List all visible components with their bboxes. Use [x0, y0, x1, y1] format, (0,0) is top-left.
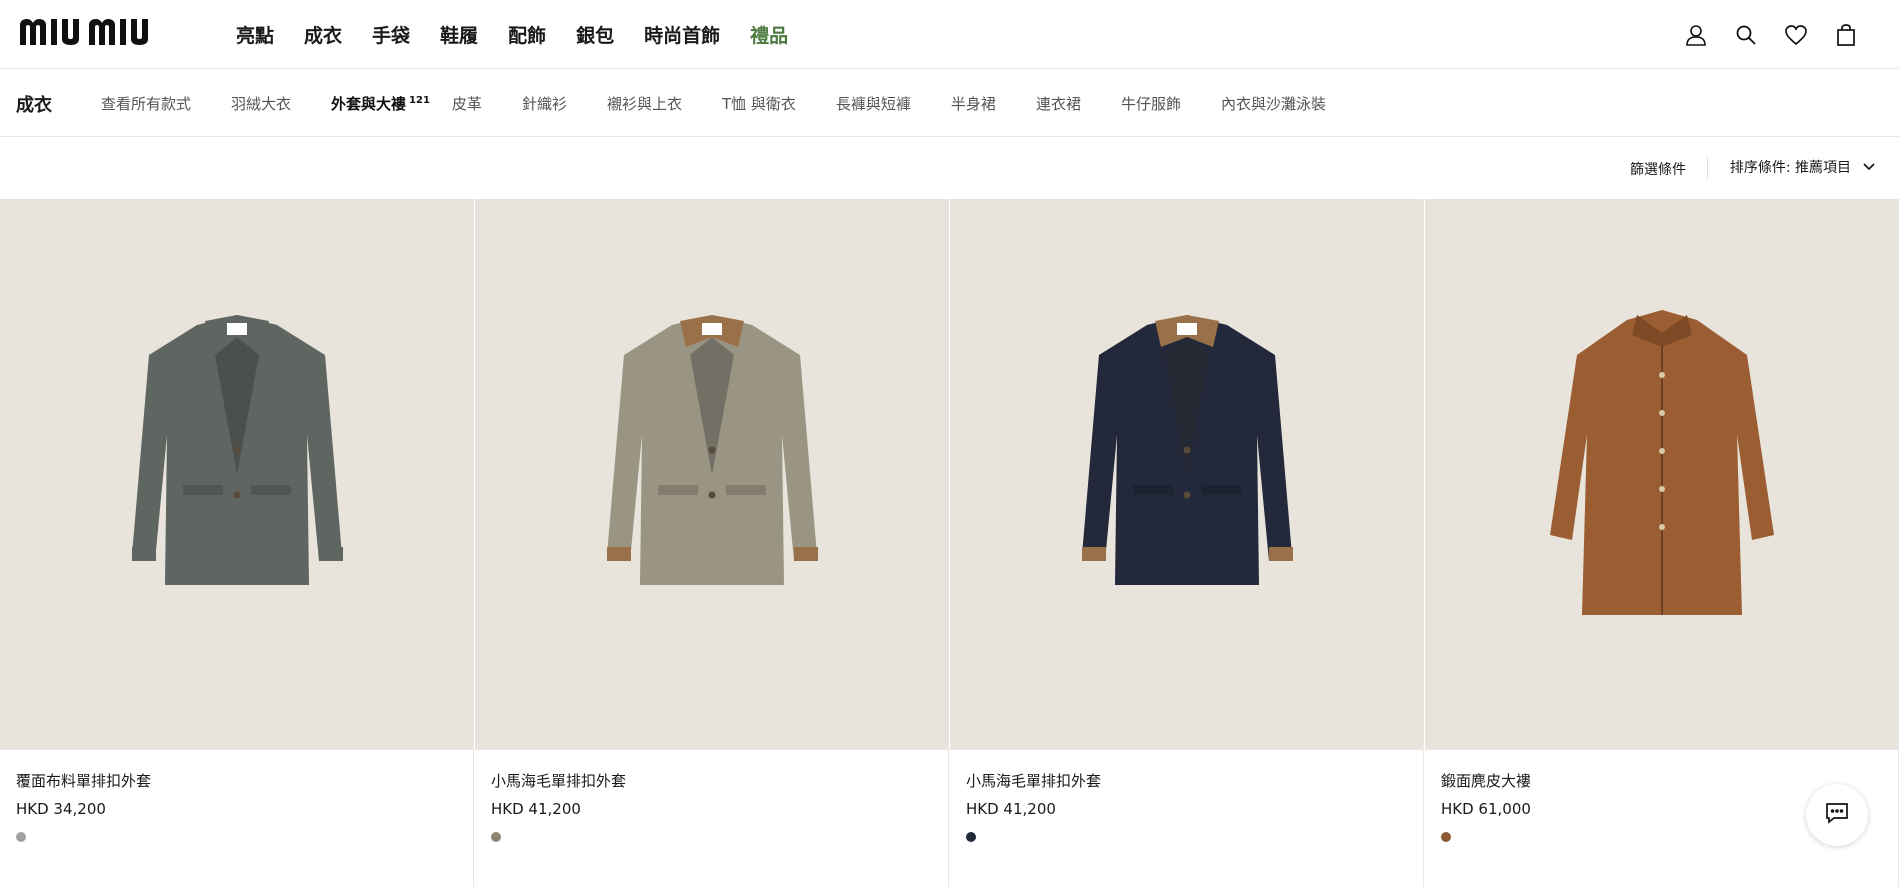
chevron-down-icon [1863, 163, 1875, 171]
subcategory-view-all[interactable]: 查看所有款式 [101, 93, 191, 114]
product-price: HKD 41,200 [491, 800, 581, 818]
nav-wallets[interactable]: 銀包 [576, 21, 614, 48]
nav-accessories[interactable]: 配飾 [508, 21, 546, 48]
product-image[interactable] [0, 199, 473, 750]
product-name[interactable]: 小馬海毛單排扣外套 [966, 770, 1101, 791]
garment-illustration [131, 314, 343, 585]
main-nav: 亮點 成衣 手袋 鞋履 配飾 銀包 時尚首飾 禮品 [236, 0, 818, 69]
product-image[interactable] [475, 199, 948, 750]
item-count-badge: 121 [409, 94, 430, 106]
product-name[interactable]: 鍛面麂皮大褸 [1441, 770, 1531, 791]
category-title: 成衣 [16, 95, 52, 116]
subcategory-label: 外套與大褸 [331, 94, 407, 113]
product-price: HKD 61,000 [1441, 800, 1531, 818]
product-price: HKD 34,200 [16, 800, 106, 818]
subcategory-down-coats[interactable]: 羽絨大衣 [231, 93, 291, 114]
subcategory-dresses[interactable]: 連衣裙 [1036, 93, 1081, 114]
sort-dropdown[interactable]: 排序條件: 推薦項目 [1730, 157, 1875, 177]
subcategory-knitwear[interactable]: 針織衫 [522, 93, 567, 114]
user-icon[interactable] [1683, 22, 1709, 48]
color-swatch[interactable] [491, 832, 501, 842]
product-image[interactable] [950, 199, 1423, 750]
search-icon[interactable] [1733, 22, 1759, 48]
product-image[interactable] [1425, 199, 1898, 750]
product-card[interactable]: 小馬海毛單排扣外套 HKD 41,200 [475, 199, 949, 887]
shopping-bag-icon[interactable] [1833, 22, 1859, 48]
product-card[interactable]: 小馬海毛單排扣外套 HKD 41,200 [950, 199, 1424, 887]
nav-shoes[interactable]: 鞋履 [440, 21, 478, 48]
toolbar-divider [1707, 157, 1708, 179]
subcategory-nav: 查看所有款式 羽絨大衣 外套與大褸 121 皮革 針織衫 襯衫與上衣 T恤 與衛衣… [101, 69, 1366, 137]
listing-toolbar: 篩選條件 排序條件: 推薦項目 [0, 137, 1899, 199]
color-swatch[interactable] [966, 832, 976, 842]
filter-button[interactable]: 篩選條件 [1630, 159, 1686, 179]
heart-icon[interactable] [1783, 22, 1809, 48]
nav-bags[interactable]: 手袋 [372, 21, 410, 48]
nav-highlights[interactable]: 亮點 [236, 21, 274, 48]
garment-illustration [606, 314, 818, 585]
chat-button[interactable] [1806, 784, 1868, 846]
product-grid: 覆面布料單排扣外套 HKD 34,200 小馬海毛單排扣外套 HKD 41,20… [0, 199, 1899, 887]
garment-illustration [1081, 314, 1293, 585]
category-bar: 成衣 查看所有款式 羽絨大衣 外套與大褸 121 皮革 針織衫 襯衫與上衣 T恤 … [0, 69, 1899, 137]
garment-illustration [1549, 309, 1774, 615]
site-header: 亮點 成衣 手袋 鞋履 配飾 銀包 時尚首飾 禮品 [0, 0, 1899, 69]
subcategory-underwear-swimwear[interactable]: 內衣與沙灘泳裝 [1221, 93, 1326, 114]
subcategory-leather[interactable]: 皮革 [452, 93, 482, 114]
nav-jewelry[interactable]: 時尚首飾 [644, 21, 720, 48]
color-swatch[interactable] [16, 832, 26, 842]
product-card[interactable]: 覆面布料單排扣外套 HKD 34,200 [0, 199, 474, 887]
subcategory-denim[interactable]: 牛仔服飾 [1121, 93, 1181, 114]
product-price: HKD 41,200 [966, 800, 1056, 818]
product-name[interactable]: 覆面布料單排扣外套 [16, 770, 151, 791]
product-name[interactable]: 小馬海毛單排扣外套 [491, 770, 626, 791]
nav-ready-to-wear[interactable]: 成衣 [304, 21, 342, 48]
product-card[interactable]: 鍛面麂皮大褸 HKD 61,000 [1425, 199, 1899, 887]
subcategory-jackets-coats[interactable]: 外套與大褸 121 [331, 93, 430, 114]
chat-bubble-icon [1824, 801, 1850, 829]
color-swatch[interactable] [1441, 832, 1451, 842]
nav-gifts[interactable]: 禮品 [750, 21, 788, 48]
subcategory-shirts-tops[interactable]: 襯衫與上衣 [607, 93, 682, 114]
sort-label: 排序條件: 推薦項目 [1729, 160, 1851, 176]
miu-miu-logo[interactable] [18, 15, 204, 49]
subcategory-skirts[interactable]: 半身裙 [951, 93, 996, 114]
subcategory-trousers-shorts[interactable]: 長褲與短褲 [836, 93, 911, 114]
header-icons [1659, 0, 1859, 69]
subcategory-tshirts-sweatshirts[interactable]: T恤 與衛衣 [722, 93, 796, 114]
